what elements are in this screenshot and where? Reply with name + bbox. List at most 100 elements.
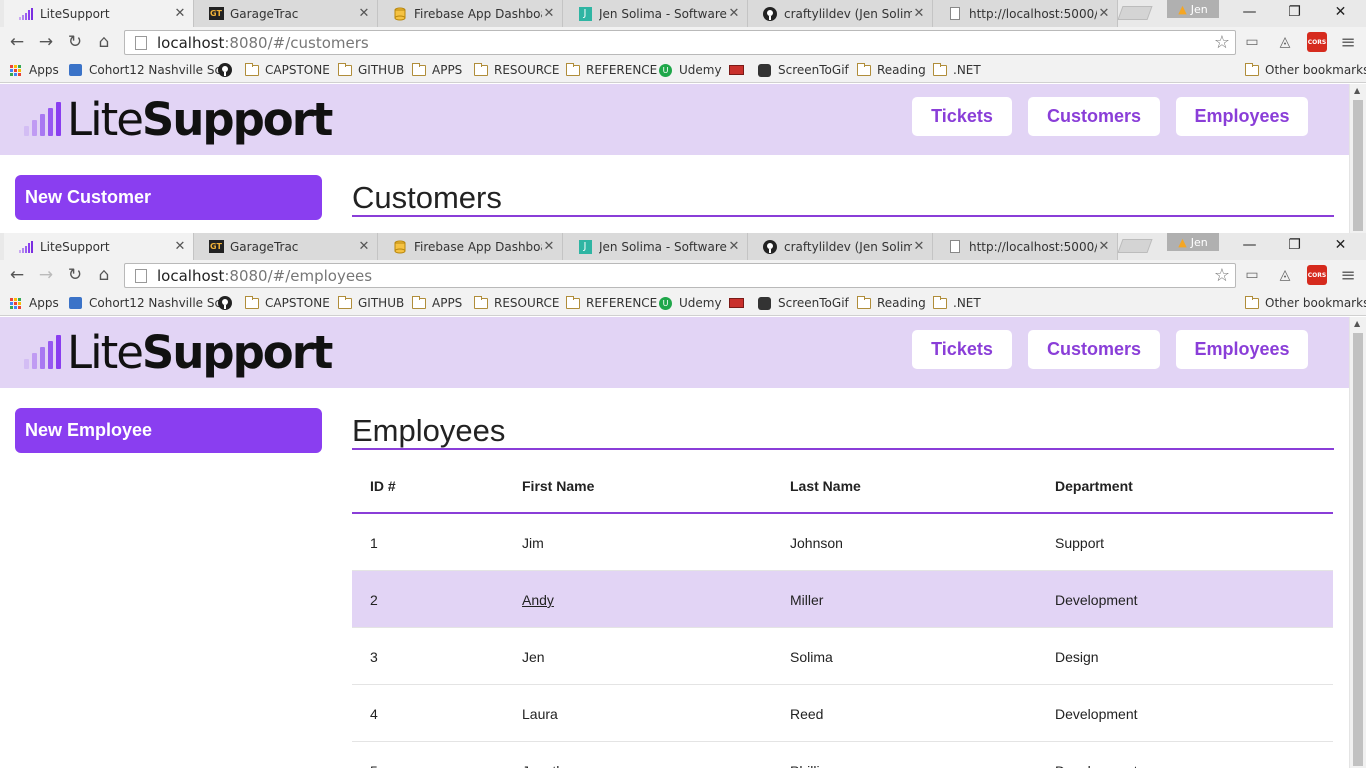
bookmark-cohort12-nashville-sc[interactable]: Cohort12 Nashville Sc: [68, 294, 221, 312]
bookmark-net[interactable]: .NET: [932, 294, 981, 312]
cast-icon[interactable]: ▭: [1242, 265, 1262, 285]
bookmark-capstone[interactable]: CAPSTONE: [244, 294, 330, 312]
home-icon[interactable]: ⌂: [92, 264, 116, 286]
close-icon[interactable]: ✕: [912, 6, 926, 21]
tab-litesupport[interactable]: LiteSupport ✕: [4, 233, 194, 260]
new-record-button[interactable]: New Customer: [15, 175, 322, 220]
bookmark-bookmark-badge-icon[interactable]: [729, 294, 750, 312]
nav-customers[interactable]: Customers: [1028, 97, 1160, 136]
litesupport-logo[interactable]: LiteSupport: [24, 327, 333, 379]
nav-employees[interactable]: Employees: [1176, 330, 1308, 369]
tab-jen-solima[interactable]: J Jen Solima - Software De ✕: [563, 0, 748, 27]
close-icon[interactable]: ✕: [912, 239, 926, 254]
cors-icon[interactable]: CORS: [1307, 265, 1327, 285]
table-row[interactable]: 2 Andy Miller Development: [352, 571, 1333, 628]
angular-icon[interactable]: ◬: [1275, 265, 1295, 285]
close-icon[interactable]: ✕: [173, 6, 187, 21]
new-tab-button[interactable]: [1117, 6, 1153, 20]
bookmark-reading[interactable]: Reading: [856, 61, 926, 79]
table-cell[interactable]: Laura: [522, 706, 558, 722]
forward-arrow-icon[interactable]: →: [34, 31, 58, 53]
angular-icon[interactable]: ◬: [1275, 32, 1295, 52]
bookmark-star-icon[interactable]: ☆: [1214, 265, 1230, 286]
scrollbar[interactable]: ▲: [1349, 84, 1366, 233]
page-info-icon[interactable]: [135, 268, 147, 283]
tab-github[interactable]: craftylildev (Jen Solima) ✕: [748, 233, 933, 260]
tab-firebase[interactable]: Firebase App Dashboard ✕: [378, 233, 563, 260]
table-row[interactable]: 3 Jen Solima Design: [352, 628, 1333, 685]
scrollbar-thumb[interactable]: [1353, 333, 1363, 766]
close-icon[interactable]: ✕: [1318, 233, 1363, 257]
page-info-icon[interactable]: [135, 35, 147, 50]
bookmark-cohort12-nashville-sc[interactable]: Cohort12 Nashville Sc: [68, 61, 221, 79]
litesupport-logo[interactable]: LiteSupport: [24, 94, 333, 146]
table-row[interactable]: 1 Jim Johnson Support: [352, 514, 1333, 571]
bookmark-star-icon[interactable]: ☆: [1214, 32, 1230, 53]
scroll-up-arrow-icon[interactable]: ▲: [1354, 319, 1360, 328]
reload-icon[interactable]: ↻: [63, 264, 87, 286]
tab-garagetrac[interactable]: GT GarageTrac ✕: [194, 233, 378, 260]
restore-icon[interactable]: ❐: [1272, 0, 1317, 24]
bookmark-other-bookmarks[interactable]: Other bookmarks: [1244, 61, 1366, 79]
tab-localhost-5000[interactable]: http://localhost:5000/ap ✕: [933, 0, 1118, 27]
scrollbar[interactable]: ▲: [1349, 317, 1366, 768]
bookmark-apps[interactable]: APPS: [411, 61, 462, 79]
bookmark-apps[interactable]: APPS: [411, 294, 462, 312]
close-icon[interactable]: ✕: [1097, 6, 1111, 21]
close-icon[interactable]: ✕: [727, 239, 741, 254]
close-icon[interactable]: ✕: [727, 6, 741, 21]
tab-localhost-5000[interactable]: http://localhost:5000/ap ✕: [933, 233, 1118, 260]
minimize-icon[interactable]: —: [1227, 0, 1272, 24]
close-icon[interactable]: ✕: [542, 6, 556, 21]
table-row[interactable]: 5 Jonathan Phillips Development: [352, 742, 1333, 768]
profile-button[interactable]: ▲ Jen: [1167, 0, 1219, 18]
bookmark-screentogif[interactable]: ScreenToGif: [757, 294, 849, 312]
bookmark-resource[interactable]: RESOURCE: [473, 294, 559, 312]
table-cell[interactable]: Andy: [522, 592, 554, 608]
bookmark-github[interactable]: GITHUB: [337, 294, 404, 312]
nav-employees[interactable]: Employees: [1176, 97, 1308, 136]
bookmark-capstone[interactable]: CAPSTONE: [244, 61, 330, 79]
reload-icon[interactable]: ↻: [63, 31, 87, 53]
nav-tickets[interactable]: Tickets: [912, 97, 1012, 136]
new-record-button[interactable]: New Employee: [15, 408, 322, 453]
bookmark-other-bookmarks[interactable]: Other bookmarks: [1244, 294, 1366, 312]
minimize-icon[interactable]: —: [1227, 233, 1272, 257]
menu-icon[interactable]: ≡: [1338, 32, 1358, 53]
bookmark-reading[interactable]: Reading: [856, 294, 926, 312]
tab-litesupport[interactable]: LiteSupport ✕: [4, 0, 194, 27]
restore-icon[interactable]: ❐: [1272, 233, 1317, 257]
tab-jen-solima[interactable]: J Jen Solima - Software De ✕: [563, 233, 748, 260]
table-cell[interactable]: Jim: [522, 535, 544, 551]
new-tab-button[interactable]: [1117, 239, 1153, 253]
forward-arrow-icon[interactable]: →: [34, 264, 58, 286]
cors-icon[interactable]: CORS: [1307, 32, 1327, 52]
back-arrow-icon[interactable]: ←: [5, 264, 29, 286]
bookmark-github-icon[interactable]: [217, 61, 238, 79]
nav-tickets[interactable]: Tickets: [912, 330, 1012, 369]
bookmark-udemy[interactable]: U Udemy: [658, 294, 722, 312]
close-icon[interactable]: ✕: [173, 239, 187, 254]
table-cell[interactable]: Jen: [522, 649, 545, 665]
close-icon[interactable]: ✕: [1097, 239, 1111, 254]
bookmark-screentogif[interactable]: ScreenToGif: [757, 61, 849, 79]
tab-github[interactable]: craftylildev (Jen Solima) ✕: [748, 0, 933, 27]
bookmark-apps[interactable]: Apps: [8, 61, 59, 79]
bookmark-reference[interactable]: REFERENCE: [565, 294, 657, 312]
bookmark-github-icon[interactable]: [217, 294, 238, 312]
table-row[interactable]: 4 Laura Reed Development: [352, 685, 1333, 742]
address-bar[interactable]: localhost:8080/#/employees ☆: [124, 263, 1236, 288]
bookmark-udemy[interactable]: U Udemy: [658, 61, 722, 79]
scrollbar-thumb[interactable]: [1353, 100, 1363, 231]
home-icon[interactable]: ⌂: [92, 31, 116, 53]
bookmark-bookmark-badge-icon[interactable]: [729, 61, 750, 79]
scroll-up-arrow-icon[interactable]: ▲: [1354, 86, 1360, 95]
address-bar[interactable]: localhost:8080/#/customers ☆: [124, 30, 1236, 55]
bookmark-reference[interactable]: REFERENCE: [565, 61, 657, 79]
tab-garagetrac[interactable]: GT GarageTrac ✕: [194, 0, 378, 27]
tab-firebase[interactable]: Firebase App Dashboard ✕: [378, 0, 563, 27]
bookmark-resource[interactable]: RESOURCE: [473, 61, 559, 79]
close-icon[interactable]: ✕: [542, 239, 556, 254]
back-arrow-icon[interactable]: ←: [5, 31, 29, 53]
close-icon[interactable]: ✕: [1318, 0, 1363, 24]
